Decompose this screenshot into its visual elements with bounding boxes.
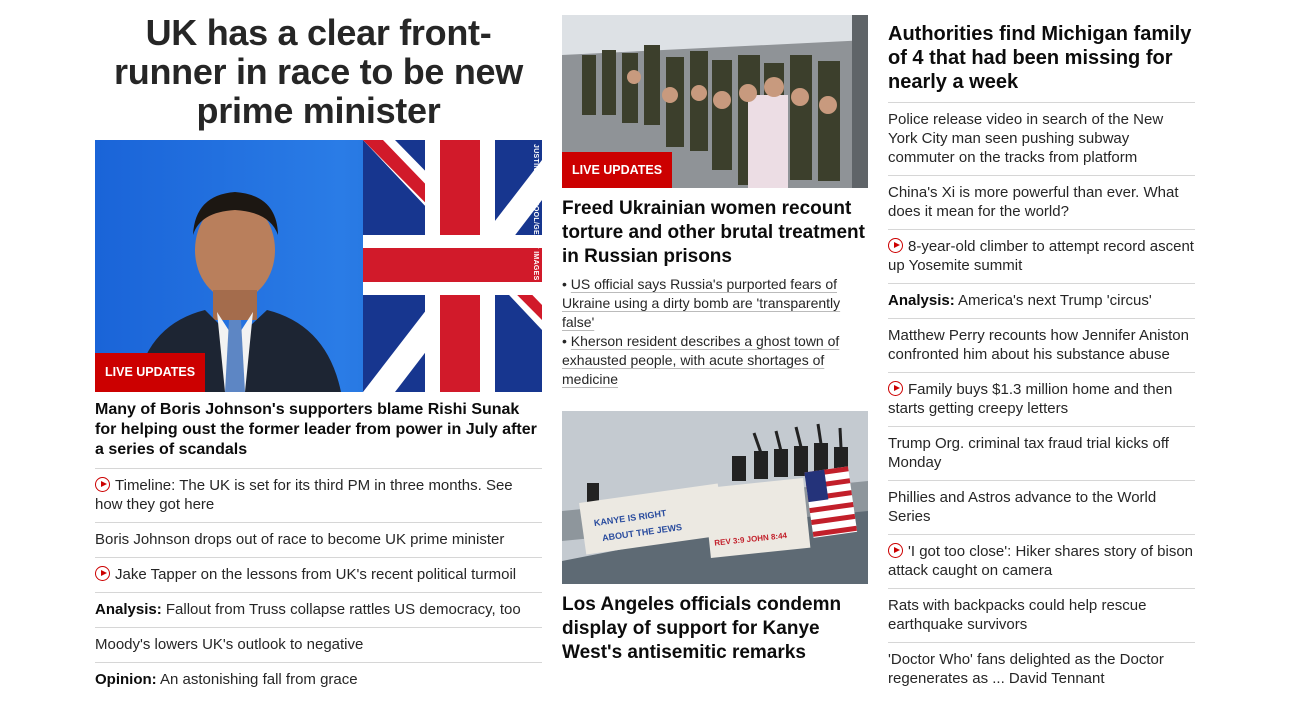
related-link[interactable]: Timeline: The UK is set for its third PM… [95, 468, 542, 522]
video-play-icon [888, 238, 903, 253]
headline-link[interactable]: China's Xi is more powerful than ever. W… [888, 175, 1195, 229]
link-prefix: Opinion: [95, 671, 157, 688]
overpass-photo-graphic: KANYE IS RIGHT ABOUT THE JEWS REV 3:9 JO… [562, 411, 868, 584]
bullet-link[interactable]: • US official says Russia's purported fe… [562, 275, 868, 332]
headline-link[interactable]: Phillies and Astros advance to the World… [888, 480, 1195, 534]
related-link[interactable]: Moody's lowers UK's outlook to negative [95, 627, 542, 662]
headline-link[interactable]: Police release video in search of the Ne… [888, 103, 1195, 175]
headline-link[interactable]: 'I got too close': Hiker shares story of… [888, 534, 1195, 588]
headline-link[interactable]: 8-year-old climber to attempt record asc… [888, 229, 1195, 283]
ukraine-bullet-list: • US official says Russia's purported fe… [562, 275, 868, 389]
video-play-icon [95, 477, 110, 492]
bullet-link[interactable]: • Kherson resident describes a ghost tow… [562, 332, 868, 389]
link-prefix: Analysis: [888, 292, 955, 309]
lead-story-column: UK has a clear front-runner in race to b… [95, 0, 542, 697]
middle-column: LIVE UPDATES Freed Ukrainian women recou… [562, 0, 868, 665]
video-play-icon [95, 566, 110, 581]
ukraine-headline[interactable]: Freed Ukrainian women recount torture an… [562, 197, 868, 269]
lead-headline[interactable]: UK has a clear front-runner in race to b… [95, 13, 542, 130]
related-link[interactable]: Analysis: Fallout from Truss collapse ra… [95, 592, 542, 627]
live-updates-badge[interactable]: LIVE UPDATES [95, 353, 206, 392]
michigan-headline[interactable]: Authorities find Michigan family of 4 th… [888, 22, 1195, 103]
link-prefix: Analysis: [95, 601, 162, 618]
headline-link[interactable]: Family buys $1.3 million home and then s… [888, 372, 1195, 426]
lead-subheadline[interactable]: Many of Boris Johnson's supporters blame… [95, 400, 542, 460]
related-link[interactable]: Jake Tapper on the lessons from UK's rec… [95, 557, 542, 592]
right-column: Authorities find Michigan family of 4 th… [888, 0, 1195, 696]
headline-link[interactable]: Analysis: America's next Trump 'circus' [888, 283, 1195, 318]
related-link[interactable]: Boris Johnson drops out of race to becom… [95, 522, 542, 557]
headline-link[interactable]: Matthew Perry recounts how Jennifer Anis… [888, 318, 1195, 372]
ukraine-story-image[interactable]: LIVE UPDATES [562, 15, 868, 188]
lead-image[interactable]: JUSTIN TALLIS/POOL/GETTY IMAGES LIVE UPD… [95, 140, 542, 392]
headlines-list: Police release video in search of the Ne… [888, 103, 1195, 696]
related-links-list: Timeline: The UK is set for its third PM… [95, 468, 542, 697]
headline-link[interactable]: Trump Org. criminal tax fraud trial kick… [888, 426, 1195, 480]
headline-link[interactable]: Rats with backpacks could help rescue ea… [888, 588, 1195, 642]
kanye-headline[interactable]: Los Angeles officials condemn display of… [562, 593, 868, 665]
kanye-story-image[interactable]: KANYE IS RIGHT ABOUT THE JEWS REV 3:9 JO… [562, 411, 868, 584]
video-play-icon [888, 543, 903, 558]
headline-link[interactable]: 'Doctor Who' fans delighted as the Docto… [888, 642, 1195, 696]
video-play-icon [888, 381, 903, 396]
related-link[interactable]: Opinion: An astonishing fall from grace [95, 662, 542, 697]
image-credit: JUSTIN TALLIS/POOL/GETTY IMAGES [532, 144, 539, 281]
live-updates-badge[interactable]: LIVE UPDATES [562, 152, 673, 188]
